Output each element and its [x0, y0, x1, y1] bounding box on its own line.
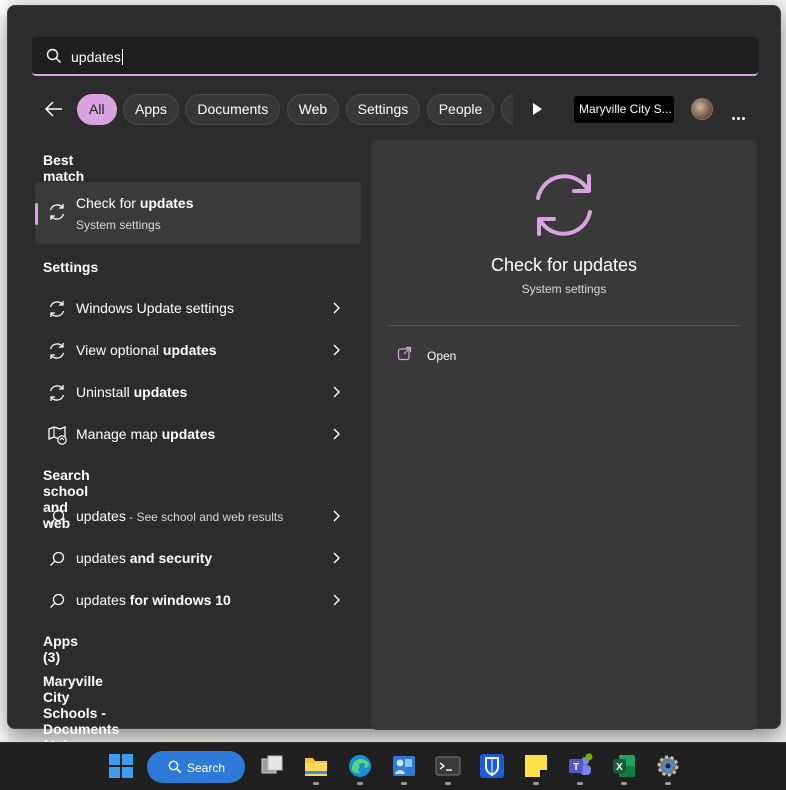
- file-explorer-icon[interactable]: [303, 753, 329, 785]
- start-search-panel: updates All Apps Documents Web Settings …: [7, 5, 781, 753]
- more-options-icon[interactable]: [732, 107, 747, 125]
- organization-badge[interactable]: Maryville City S...: [574, 96, 674, 123]
- running-indicator: [665, 782, 671, 785]
- taskbar-search-label: Search: [187, 761, 226, 775]
- filter-chip-people[interactable]: People: [426, 94, 495, 125]
- taskbar: Search T X: [0, 742, 786, 790]
- web-result-updates-security[interactable]: updates and security: [35, 539, 361, 577]
- search-query[interactable]: updates: [71, 49, 123, 65]
- settings-item-uninstall-updates[interactable]: Uninstall updates: [35, 373, 361, 411]
- running-indicator: [313, 782, 319, 785]
- settings-item-label: View optional updates: [76, 342, 217, 358]
- filter-chip-all[interactable]: All: [77, 94, 117, 125]
- sync-icon: [47, 341, 67, 366]
- windows-start-icon[interactable]: [108, 753, 134, 779]
- sticky-notes-icon[interactable]: [523, 753, 549, 785]
- filter-bar: All Apps Documents Web Settings People F…: [36, 94, 776, 126]
- settings-item-map-updates[interactable]: Manage map updates: [35, 415, 361, 453]
- search-icon: [47, 507, 67, 532]
- settings-item-optional-updates[interactable]: View optional updates: [35, 331, 361, 369]
- bitwarden-icon[interactable]: [479, 753, 505, 779]
- filter-chip-settings[interactable]: Settings: [345, 94, 421, 125]
- open-label: Open: [427, 349, 457, 363]
- settings-item-label: Windows Update settings: [76, 300, 234, 316]
- web-result-label: updates and security: [76, 550, 213, 566]
- web-result-updates-windows-10[interactable]: updates for windows 10: [35, 581, 361, 619]
- preview-subtitle: System settings: [521, 282, 607, 296]
- preview-title: Check for updates: [490, 255, 638, 275]
- more-filters-play-icon[interactable]: [531, 102, 543, 121]
- remote-desktop-icon[interactable]: [391, 753, 417, 785]
- chevron-right-icon: [332, 427, 340, 445]
- settings-gear-icon[interactable]: [655, 753, 681, 785]
- search-icon: [47, 591, 67, 616]
- apps-heading[interactable]: Apps (3): [43, 633, 78, 665]
- chevron-right-icon: [332, 551, 340, 569]
- filter-chip-folders[interactable]: Fo: [500, 94, 513, 125]
- sync-icon: [47, 202, 67, 227]
- teams-icon[interactable]: T: [567, 753, 593, 785]
- running-indicator: [357, 782, 363, 785]
- preview-pane: Check for updates System settings Open: [371, 140, 757, 730]
- sync-icon: [47, 299, 67, 324]
- map-update-icon: [47, 425, 67, 450]
- sync-large-icon: [527, 168, 601, 247]
- search-icon: [47, 549, 67, 574]
- web-result-label: updates for windows 10: [76, 592, 231, 608]
- best-match-result[interactable]: Check for updates System settings: [35, 182, 361, 244]
- filter-chip-apps[interactable]: Apps: [123, 94, 179, 125]
- filter-chip-documents[interactable]: Documents: [185, 94, 281, 125]
- selection-indicator: [35, 203, 38, 225]
- search-input[interactable]: updates: [32, 37, 758, 76]
- sync-icon: [47, 383, 67, 408]
- excel-icon[interactable]: X: [611, 753, 637, 785]
- running-indicator: [401, 782, 407, 785]
- settings-item-windows-update[interactable]: Windows Update settings: [35, 289, 361, 327]
- search-icon: [46, 48, 62, 69]
- running-indicator: [577, 782, 583, 785]
- web-result-updates[interactable]: updates - See school and web results: [35, 497, 361, 535]
- svg-text:T: T: [573, 762, 579, 773]
- settings-item-label: Manage map updates: [76, 426, 216, 442]
- edge-icon[interactable]: [347, 753, 373, 785]
- chevron-right-icon: [332, 509, 340, 527]
- running-indicator: [621, 782, 627, 785]
- terminal-icon[interactable]: [435, 753, 461, 785]
- best-match-heading: Best match: [43, 152, 85, 184]
- chevron-right-icon: [332, 593, 340, 611]
- avatar[interactable]: [691, 98, 713, 120]
- running-indicator: [533, 782, 539, 785]
- search-icon: [168, 760, 182, 777]
- taskbar-search-button[interactable]: Search: [147, 751, 245, 783]
- web-result-label: updates - See school and web results: [76, 508, 284, 524]
- open-external-icon: [397, 346, 412, 365]
- settings-heading: Settings: [43, 259, 99, 275]
- open-action[interactable]: Open: [397, 346, 456, 366]
- best-match-title: Check for updates: [76, 195, 194, 211]
- task-view-icon[interactable]: [259, 753, 285, 779]
- documents-heading[interactable]: Maryville City Schools - Documents (4+): [43, 673, 119, 753]
- svg-text:X: X: [616, 762, 623, 773]
- filter-chip-web[interactable]: Web: [286, 94, 340, 125]
- best-match-subtitle: System settings: [76, 218, 161, 232]
- chevron-right-icon: [332, 301, 340, 319]
- filter-chips: All Apps Documents Web Settings People F…: [77, 94, 513, 126]
- chevron-right-icon: [332, 343, 340, 361]
- running-indicator: [445, 782, 451, 785]
- chevron-right-icon: [332, 385, 340, 403]
- settings-item-label: Uninstall updates: [76, 384, 188, 400]
- back-arrow-icon[interactable]: [44, 100, 64, 123]
- divider: [387, 325, 741, 326]
